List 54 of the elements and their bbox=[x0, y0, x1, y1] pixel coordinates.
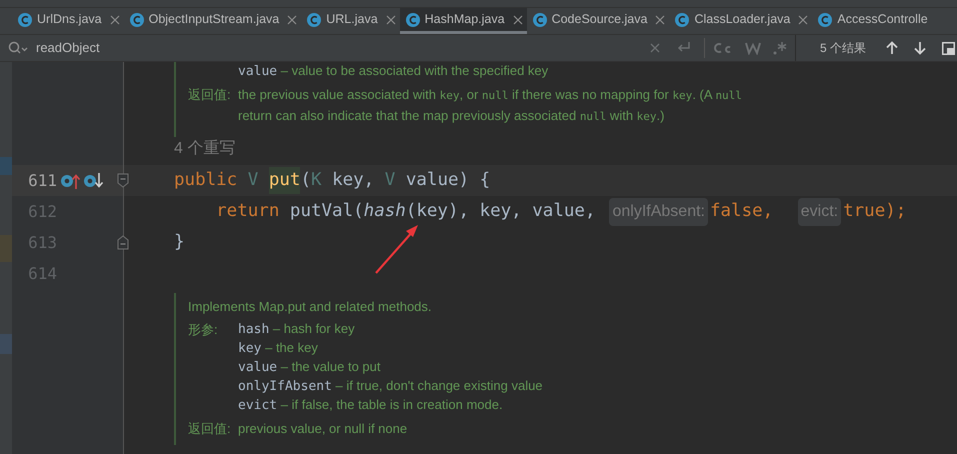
param-description: value – the value to put bbox=[238, 358, 382, 377]
return-label: 返回值: bbox=[188, 87, 231, 102]
close-icon[interactable] bbox=[110, 14, 120, 24]
search-icon[interactable] bbox=[8, 41, 28, 55]
file-tab[interactable]: ObjectInputStream.java bbox=[124, 8, 302, 34]
parameter-hint: onlyIfAbsent: bbox=[609, 198, 708, 226]
override-up-icon[interactable] bbox=[60, 172, 80, 190]
whole-word-icon[interactable] bbox=[745, 41, 761, 55]
close-icon[interactable] bbox=[287, 14, 298, 24]
class-icon bbox=[817, 12, 834, 28]
param-description: hash – hash for key bbox=[238, 320, 356, 339]
fold-marker-icon[interactable] bbox=[117, 173, 129, 188]
file-tab[interactable]: URL.java bbox=[301, 8, 400, 34]
down-arrow-icon[interactable] bbox=[914, 41, 926, 55]
result-count: 5 个结果 bbox=[820, 40, 866, 57]
overrides-count[interactable]: 4 个重写 bbox=[174, 136, 236, 160]
close-icon[interactable] bbox=[798, 14, 808, 24]
class-icon bbox=[17, 12, 33, 28]
parameter-hint: evict: bbox=[798, 198, 842, 226]
param-label: 形参: bbox=[188, 322, 218, 337]
line-number: 611 bbox=[27, 170, 57, 192]
param-description: evict – if false, the table is in creation mode. bbox=[238, 396, 504, 415]
up-arrow-icon[interactable] bbox=[886, 41, 898, 55]
code-line: public V put(K key, V value) { bbox=[174, 167, 490, 194]
return-description: return can also indicate that the map previously associated null with key.) bbox=[238, 107, 666, 125]
file-tab[interactable]: CodeSource.java bbox=[526, 8, 670, 34]
file-tab[interactable]: AccessControlle bbox=[812, 8, 932, 34]
return-description: previous value, or null if none bbox=[238, 420, 408, 438]
class-icon bbox=[306, 12, 322, 28]
file-tab[interactable]: UrlDns.java bbox=[12, 8, 124, 34]
param-description: key – the key bbox=[238, 339, 319, 358]
code-line: return putVal(hash(key), key, value, onlyIfAbsent: false, evict: true); bbox=[174, 198, 906, 226]
return-description: the previous value associated with key, or null if there was no mapping for key. (A null bbox=[238, 86, 742, 104]
fold-marker-icon[interactable] bbox=[117, 235, 129, 250]
regex-icon[interactable] bbox=[773, 41, 787, 55]
window-icon[interactable] bbox=[942, 42, 956, 54]
close-icon[interactable] bbox=[655, 14, 666, 24]
close-icon[interactable] bbox=[386, 14, 396, 24]
code-line: } bbox=[174, 231, 185, 254]
class-icon bbox=[674, 12, 690, 28]
doc-summary: Implements Map.put and related methods. bbox=[187, 298, 433, 316]
class-icon bbox=[404, 12, 421, 28]
overridden-down-icon[interactable] bbox=[83, 172, 103, 190]
close-icon[interactable] bbox=[512, 14, 523, 24]
class-icon bbox=[128, 12, 145, 28]
param-description: value – value to be associated with the specified key bbox=[238, 62, 548, 81]
param-description: onlyIfAbsent – if true, don't change existing value bbox=[238, 377, 543, 396]
file-tab[interactable]: ClassLoader.java bbox=[669, 8, 812, 34]
search-field[interactable]: readObject bbox=[36, 38, 100, 58]
file-tab[interactable]: HashMap.java bbox=[400, 8, 527, 34]
clear-icon[interactable] bbox=[650, 43, 660, 53]
return-label: 返回值: bbox=[188, 421, 231, 436]
class-icon bbox=[532, 12, 548, 28]
match-case-icon[interactable] bbox=[713, 41, 733, 55]
